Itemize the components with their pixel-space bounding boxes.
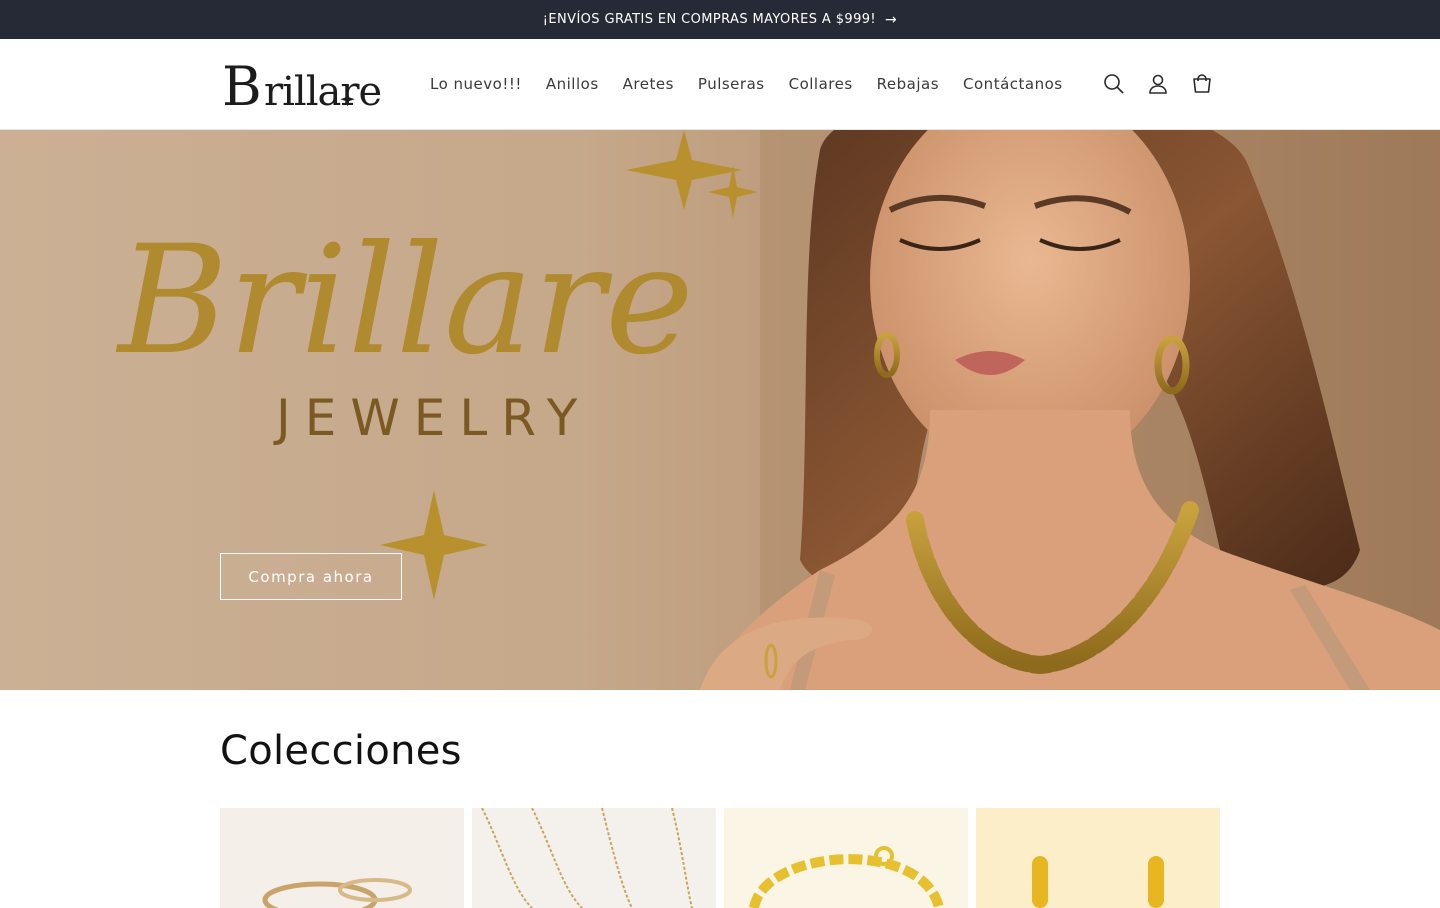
header-icons xyxy=(1092,39,1224,129)
collection-card-necklaces[interactable] xyxy=(472,808,716,908)
nav-item-pulseras[interactable]: Pulseras xyxy=(686,75,777,93)
search-icon[interactable] xyxy=(1092,62,1136,106)
collections-grid xyxy=(220,808,1220,908)
hero-script-title: Brillare xyxy=(115,214,694,388)
hero-banner[interactable]: Brillare JEWELRY Compra ahora xyxy=(0,130,1440,690)
nav-item-aretes[interactable]: Aretes xyxy=(611,75,686,93)
announcement-text: ¡ENVÍOS GRATIS EN COMPRAS MAYORES A $999… xyxy=(542,12,877,27)
site-header: B rillare Lo nuevo!!! Anillos Aretes Pul… xyxy=(0,39,1440,130)
collection-card-bracelets[interactable] xyxy=(724,808,968,908)
hero-subtitle: JEWELRY xyxy=(273,389,591,447)
svg-text:rillare: rillare xyxy=(264,69,381,115)
account-icon[interactable] xyxy=(1136,62,1180,106)
collections-section: Colecciones xyxy=(0,690,1440,908)
nav-item-rebajas[interactable]: Rebajas xyxy=(865,75,951,93)
shop-now-button[interactable]: Compra ahora xyxy=(220,553,402,600)
main-nav: Lo nuevo!!! Anillos Aretes Pulseras Coll… xyxy=(418,39,1075,129)
arrow-right-icon: → xyxy=(885,11,898,28)
nav-item-lo-nuevo[interactable]: Lo nuevo!!! xyxy=(418,75,534,93)
nav-item-anillos[interactable]: Anillos xyxy=(534,75,611,93)
cart-icon[interactable] xyxy=(1180,62,1224,106)
sparkle-icon xyxy=(626,130,742,210)
svg-text:B: B xyxy=(222,55,262,117)
announcement-bar[interactable]: ¡ENVÍOS GRATIS EN COMPRAS MAYORES A $999… xyxy=(0,0,1440,39)
nav-item-contactanos[interactable]: Contáctanos xyxy=(951,75,1075,93)
collection-card-rings[interactable] xyxy=(220,808,464,908)
nav-item-collares[interactable]: Collares xyxy=(777,75,865,93)
hero-image: Brillare JEWELRY xyxy=(115,130,1440,690)
collection-card-earrings[interactable] xyxy=(976,808,1220,908)
brand-logo[interactable]: B rillare xyxy=(220,53,392,118)
collections-title: Colecciones xyxy=(220,728,462,774)
